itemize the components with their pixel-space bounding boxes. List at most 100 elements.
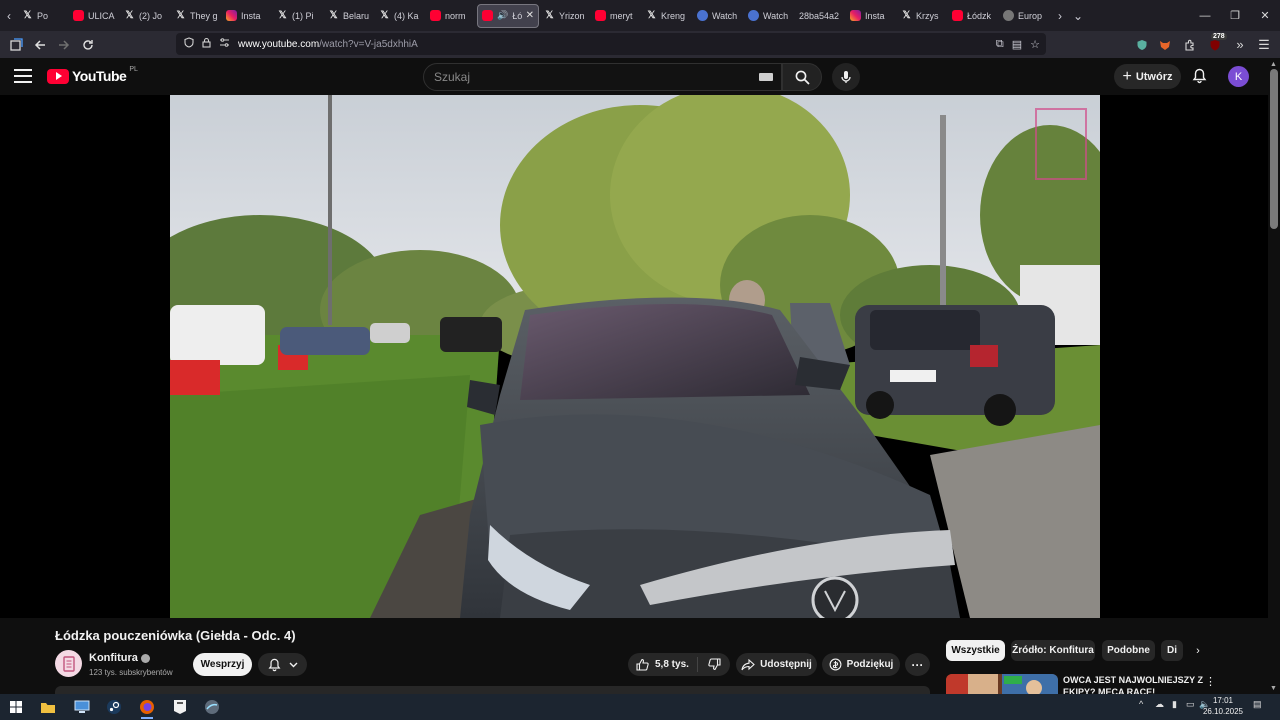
windows-start-icon[interactable] <box>6 697 26 717</box>
tray-overflow-chevron-icon[interactable]: ^ <box>1139 699 1143 709</box>
browser-tab[interactable]: Insta <box>846 4 896 28</box>
recommendation-title[interactable]: OWCA JEST NAJWOLNIEJSZY Z EKIPY? MECA RA… <box>1063 674 1203 694</box>
scroll-up-arrow-icon[interactable]: ▲ <box>1270 61 1277 68</box>
forward-button[interactable] <box>52 33 76 57</box>
browser-tab[interactable]: 𝕏 (4) Ka <box>375 4 425 28</box>
microphone-tray-icon[interactable]: ▮ <box>1172 699 1177 710</box>
minimize-window-icon[interactable]: — <box>1190 0 1220 31</box>
system-clock[interactable]: 17:01 26.10.2025 <box>1200 695 1246 717</box>
browser-tab[interactable]: 𝕏 They g <box>171 4 221 28</box>
speaker-icon[interactable]: 🔊 <box>497 10 508 21</box>
network-icon[interactable]: ▭ <box>1186 699 1195 710</box>
onedrive-cloud-icon[interactable]: ☁ <box>1155 699 1164 710</box>
fox-extension-icon[interactable] <box>1153 33 1177 57</box>
support-button[interactable]: Wesprzyj <box>193 653 252 676</box>
reader-view-icon[interactable]: ▤ <box>1012 38 1022 51</box>
create-button[interactable]: + Utwórz <box>1114 64 1181 89</box>
app-menu-icon[interactable]: ☰ <box>1252 33 1276 57</box>
microphone-icon <box>841 71 851 83</box>
recommendation-thumbnail[interactable] <box>946 674 1058 694</box>
voice-search-button[interactable] <box>832 63 860 91</box>
guide-menu-icon[interactable] <box>14 69 32 83</box>
clock-time: 17:01 <box>1212 696 1234 705</box>
epic-games-icon[interactable] <box>170 697 190 717</box>
url-text[interactable]: www.youtube.com/watch?v=V-ja5dxhhiA <box>238 39 418 50</box>
bookmark-star-icon[interactable]: ☆ <box>1030 38 1040 51</box>
video-frame[interactable] <box>170 95 1100 618</box>
browser-tab[interactable]: norm <box>426 4 476 28</box>
browser-tab[interactable]: 𝕏 (2) Jo <box>120 4 170 28</box>
chevron-right-icon[interactable]: › <box>1190 643 1206 659</box>
plus-icon: + <box>1122 67 1132 85</box>
browser-tab[interactable]: meryt <box>591 4 641 28</box>
scroll-down-arrow-icon[interactable]: ▼ <box>1270 685 1277 692</box>
video-player[interactable] <box>0 95 1268 618</box>
description-box[interactable] <box>55 686 930 694</box>
dislike-button[interactable] <box>698 658 730 671</box>
close-tab-icon[interactable]: ✕ <box>526 10 534 21</box>
firefox-icon[interactable] <box>137 697 157 719</box>
search-button[interactable] <box>782 63 822 91</box>
tab-overview-icon[interactable] <box>4 33 28 57</box>
share-button[interactable]: Udostępnij <box>736 653 817 676</box>
chip-all[interactable]: Wszystkie <box>946 640 1005 661</box>
account-avatar[interactable]: K <box>1228 66 1249 87</box>
search-input[interactable]: Szukaj <box>423 63 782 91</box>
like-button[interactable]: 5,8 tys. <box>628 657 698 672</box>
shield-icon[interactable] <box>184 37 194 51</box>
keyboard-icon[interactable] <box>759 73 773 81</box>
lock-icon[interactable] <box>202 37 211 51</box>
tab-title: ULICA <box>88 10 115 21</box>
chip-from-channel[interactable]: Źródło: Konfitura <box>1011 640 1095 661</box>
more-actions-icon[interactable]: ··· <box>905 653 930 676</box>
tab-scroll-right-icon[interactable]: › <box>1051 0 1069 31</box>
channel-avatar[interactable] <box>55 650 82 677</box>
browser-tab[interactable]: Łódzk <box>948 4 998 28</box>
tab-scroll-left-icon[interactable]: ‹ <box>0 0 18 31</box>
x-icon: 𝕏 <box>125 10 134 21</box>
vpn-app-icon[interactable] <box>202 697 222 717</box>
tab-list-dropdown-icon[interactable]: ⌄ <box>1069 0 1087 31</box>
browser-tab[interactable]: Watch <box>693 4 743 28</box>
restore-window-icon[interactable]: ❐ <box>1220 0 1250 31</box>
youtube-logo[interactable]: YouTube PL <box>47 66 138 84</box>
browser-tab[interactable]: Insta <box>222 4 272 28</box>
thanks-button[interactable]: Podziękuj <box>822 653 900 676</box>
recommendation-menu-icon[interactable]: ⋮ <box>1205 675 1216 688</box>
browser-tab[interactable]: Watch <box>744 4 794 28</box>
close-window-icon[interactable]: ✕ <box>1250 0 1280 31</box>
computer-icon[interactable] <box>72 697 92 717</box>
chip-partial[interactable]: Di <box>1161 640 1183 661</box>
browser-tab[interactable]: ULICA <box>69 4 119 28</box>
x-icon: 𝕏 <box>23 10 32 21</box>
browser-tab-active[interactable]: 🔊 Łód ✕ <box>477 3 539 28</box>
page-scrollbar[interactable]: ▲ ▼ <box>1268 58 1280 694</box>
scrollbar-thumb[interactable] <box>1270 69 1278 229</box>
browser-tab[interactable]: 28ba54a2 <box>795 4 845 28</box>
extensions-puzzle-icon[interactable] <box>1178 33 1202 57</box>
browser-tab[interactable]: Europ <box>999 4 1049 28</box>
browser-tab[interactable]: 𝕏 Yrizon <box>540 4 590 28</box>
browser-tab[interactable]: 𝕏 Krzys <box>897 4 947 28</box>
back-button[interactable] <box>28 33 52 57</box>
ublock-extension-icon[interactable]: 278 <box>1203 32 1227 57</box>
youtube-icon <box>482 10 493 21</box>
chip-related[interactable]: Podobne <box>1102 640 1155 661</box>
vpn-extension-icon[interactable] <box>1130 33 1154 57</box>
tab-title: Po <box>37 10 49 21</box>
overflow-menu-chevrons-icon[interactable]: » <box>1228 33 1252 57</box>
file-explorer-icon[interactable] <box>38 697 58 717</box>
browser-tab[interactable]: 𝕏 (1) Pi <box>273 4 323 28</box>
browser-tab[interactable]: 𝕏 Po <box>18 4 68 28</box>
page-permissions-icon[interactable] <box>219 38 230 50</box>
channel-name-link[interactable]: Konfitura <box>89 652 150 664</box>
steam-icon[interactable] <box>104 697 124 717</box>
browser-tab[interactable]: 𝕏 Belaru <box>324 4 374 28</box>
address-bar[interactable]: www.youtube.com/watch?v=V-ja5dxhhiA ⧉ ▤ … <box>176 33 1046 55</box>
subscription-notifications-button[interactable] <box>258 653 307 676</box>
reload-button[interactable] <box>76 33 100 57</box>
picture-in-picture-icon[interactable]: ⧉ <box>996 38 1004 51</box>
notification-center-icon[interactable]: ▤ <box>1253 699 1262 710</box>
browser-tab[interactable]: 𝕏 Kreng <box>642 4 692 28</box>
notifications-bell-icon[interactable] <box>1190 67 1208 85</box>
